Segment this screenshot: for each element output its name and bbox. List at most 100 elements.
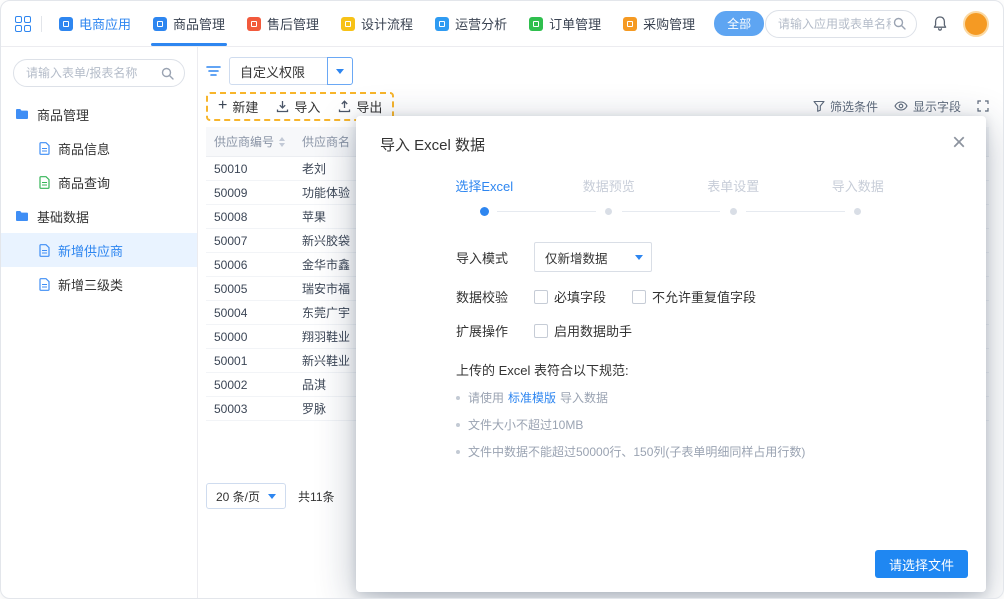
tree-label: 新增三级类 [58,275,123,294]
checkbox-no-duplicate-fields[interactable] [632,290,646,304]
cell-supplier-id: 50001 [206,354,292,368]
import-mode-value: 仅新增数据 [545,248,608,267]
data-assistant-checkbox-group[interactable]: 启用数据助手 [534,321,632,340]
chevron-down-icon [635,255,643,260]
data-validation-label: 数据校验 [456,287,534,306]
standard-template-link[interactable]: 标准模版 [508,389,556,406]
user-avatar[interactable] [963,11,989,37]
tree-label: 新增供应商 [58,241,123,260]
cell-supplier-id: 50008 [206,210,292,224]
operations-analysis-icon [435,17,449,31]
step-select-excel[interactable]: 选择Excel [422,179,547,216]
new-button[interactable]: + 新建 [218,97,258,116]
bullet-icon [456,450,460,454]
sort-icon[interactable] [279,137,285,147]
extend-operation-label: 扩展操作 [456,321,534,340]
design-flow-icon [341,17,355,31]
total-count: 共11条 [298,488,334,505]
column-header-supplier-id[interactable]: 供应商编号 [206,133,292,150]
extend-operation-row: 扩展操作 启用数据助手 [456,321,986,340]
import-steps: 选择Excel 数据预览 表单设置 导入数据 [356,179,986,216]
sidebar: 商品管理 商品信息 商品查询 [1,47,198,598]
nav-item-purchase-management[interactable]: 采购管理 [612,1,706,46]
notifications-bell-icon[interactable] [932,15,948,32]
global-search-input[interactable] [776,16,893,32]
export-button[interactable]: 导出 [338,97,382,116]
checkbox-data-assistant[interactable] [534,324,548,338]
nav-item-ecommerce-app[interactable]: 电商应用 [48,1,142,46]
app-nav: 电商应用 商品管理 售后管理 设计流程 运营分析 订单管理 [48,1,706,46]
cell-supplier-id: 50003 [206,402,292,416]
all-apps-badge[interactable]: 全部 [714,11,764,36]
permission-row: 自定义权限 [206,55,989,87]
sidebar-search-input[interactable] [24,65,161,81]
search-icon[interactable] [161,67,174,80]
spec-item-rowlimit: 文件中数据不能超过50000行、150列(子表单明细同样占用行数) [456,443,986,460]
spec-item-filesize: 文件大小不超过10MB [456,416,986,433]
import-mode-row: 导入模式 仅新增数据 [456,242,986,272]
aftersales-icon [247,17,261,31]
document-icon [39,142,50,155]
tree-label: 商品查询 [58,173,110,192]
cell-supplier-id: 50010 [206,162,292,176]
search-icon[interactable] [893,17,906,30]
nav-item-product-management[interactable]: 商品管理 [142,1,236,46]
tree-label: 商品信息 [58,139,110,158]
display-fields-button[interactable]: 显示字段 [894,98,961,115]
cell-supplier-id: 50009 [206,186,292,200]
list-filter-icon[interactable] [206,65,221,77]
filter-conditions-label: 筛选条件 [830,98,878,115]
step-dot [730,208,737,215]
nav-item-operations-analysis[interactable]: 运营分析 [424,1,518,46]
page-size-value: 20 条/页 [216,488,260,505]
eye-icon [894,101,908,111]
permission-select-caret[interactable] [327,57,353,85]
chevron-down-icon [336,69,344,74]
page-size-select[interactable]: 20 条/页 [206,483,286,509]
import-mode-label: 导入模式 [456,248,534,267]
nav-label: 运营分析 [455,14,507,33]
bullet-icon [456,396,460,400]
spec-item-template: 请使用 标准模版 导入数据 [456,389,986,406]
nav-label: 采购管理 [643,14,695,33]
sidebar-item-product-info[interactable]: 商品信息 [1,131,197,165]
import-button[interactable]: 导入 [276,97,320,116]
sidebar-item-product-query[interactable]: 商品查询 [1,165,197,199]
ecommerce-app-icon [59,17,73,31]
new-button-label: 新建 [232,97,258,116]
tree-label: 基础数据 [37,207,89,226]
choose-file-button[interactable]: 请选择文件 [875,550,968,578]
cell-supplier-id: 50007 [206,234,292,248]
tree-label: 商品管理 [37,105,89,124]
no-duplicate-fields-checkbox-group[interactable]: 不允许重复值字段 [632,287,756,306]
sidebar-group-product-management[interactable]: 商品管理 [1,97,197,131]
order-management-icon [529,17,543,31]
required-fields-checkbox-group[interactable]: 必填字段 [534,287,606,306]
nav-item-design-flow[interactable]: 设计流程 [330,1,424,46]
nav-label: 订单管理 [549,14,601,33]
fullscreen-icon[interactable] [977,100,989,112]
sidebar-item-new-third-category[interactable]: 新增三级类 [1,267,197,301]
nav-label: 售后管理 [267,14,319,33]
cell-supplier-id: 50006 [206,258,292,272]
close-icon[interactable]: × [952,134,966,152]
cell-supplier-id: 50000 [206,330,292,344]
sidebar-group-base-data[interactable]: 基础数据 [1,199,197,233]
sidebar-search [13,59,185,87]
filter-conditions-button[interactable]: 筛选条件 [813,98,878,115]
import-mode-select[interactable]: 仅新增数据 [534,242,652,272]
nav-item-aftersales-management[interactable]: 售后管理 [236,1,330,46]
step-dot [605,208,612,215]
permission-select[interactable]: 自定义权限 [229,57,328,85]
cell-supplier-id: 50002 [206,378,292,392]
product-management-icon [153,17,167,31]
checkbox-required-fields[interactable] [534,290,548,304]
nav-item-order-management[interactable]: 订单管理 [518,1,612,46]
nav-label: 电商应用 [79,14,131,33]
export-button-label: 导出 [356,97,382,116]
sidebar-item-new-supplier[interactable]: 新增供应商 [1,233,197,267]
nav-label: 商品管理 [173,14,225,33]
document-icon [39,278,50,291]
apps-grid-icon[interactable] [15,16,31,32]
bullet-icon [456,423,460,427]
